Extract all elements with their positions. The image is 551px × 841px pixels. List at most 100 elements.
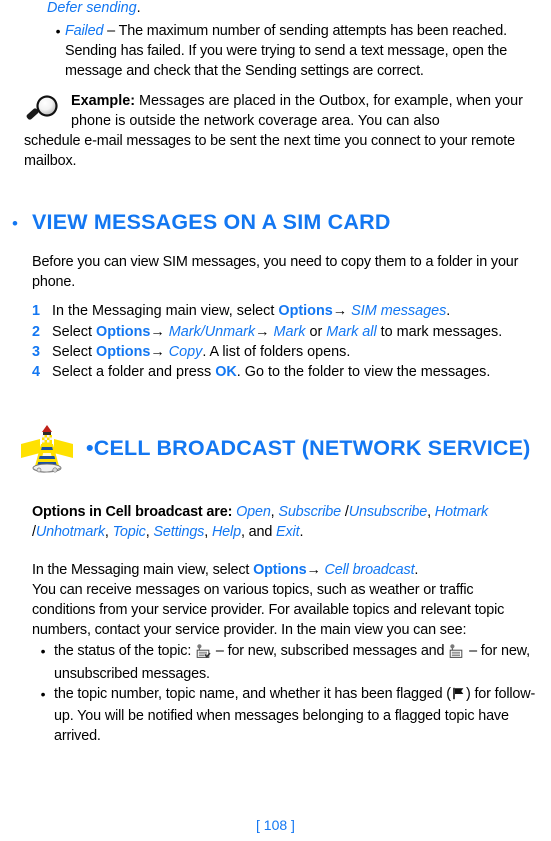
option-sep-4: , xyxy=(104,524,113,541)
topic-subscribed-new-icon xyxy=(196,643,211,664)
step3-arrow: → xyxy=(150,343,169,360)
list-item: • the topic number, topic name, and whet… xyxy=(32,684,541,747)
mainview-target: Cell broadcast xyxy=(324,561,415,578)
step3-target: Copy xyxy=(168,343,203,360)
topic-flag-part1: the topic number, topic name, and whethe… xyxy=(54,685,451,702)
cell-broadcast-main-view-line: In the Messaging main view, select Optio… xyxy=(32,560,543,580)
topic-flag-bullet-text: the topic number, topic name, and whethe… xyxy=(54,684,541,747)
step2-target2: Mark xyxy=(273,323,306,340)
bullet-marker: • xyxy=(40,642,46,659)
section-heading-sim-label: VIEW MESSAGES ON A SIM CARD xyxy=(32,210,391,235)
example-note-body: Example: Messages are placed in the Outb… xyxy=(71,91,543,131)
cell-body-text: You can receive messages on various topi… xyxy=(32,581,505,639)
topic-status-part2: – for new, subscribed messages and xyxy=(212,642,449,659)
manual-page: Defer sending. • Failed – The maximum nu… xyxy=(0,0,551,841)
step1-pre: In the Messaging main view, select xyxy=(52,303,279,320)
step-number: 1 xyxy=(32,303,41,320)
lighthouse-beacon-icon xyxy=(8,422,86,476)
page-number-footer: [ 108 ] xyxy=(256,817,295,833)
step1-arrow: → xyxy=(332,303,352,320)
step-item: 1 In the Messaging main view, select Opt… xyxy=(26,301,543,321)
step-text: Select Options→ Mark/Unmark→ Mark or Mar… xyxy=(52,322,543,342)
magnifier-icon xyxy=(24,91,71,129)
section-heading-sim: • VIEW MESSAGES ON A SIM CARD xyxy=(8,211,543,235)
step2-pre: Select xyxy=(52,323,96,340)
option-open: Open xyxy=(236,504,271,521)
step3-post: . A list of folders opens. xyxy=(202,343,351,360)
sim-intro-paragraph: Before you can view SIM messages, you ne… xyxy=(32,252,541,292)
option-unsubscribe: Unsubscribe xyxy=(348,504,428,521)
option-help: Help xyxy=(211,524,241,541)
step4-post: . Go to the folder to view the messages. xyxy=(236,364,491,381)
topic-status-bullet-text: the status of the topic: – for new, subs… xyxy=(54,641,541,684)
step-text: In the Messaging main view, select Optio… xyxy=(52,301,543,321)
defer-sending-term: Defer sending xyxy=(47,0,137,16)
step-number: 4 xyxy=(32,364,41,381)
options-intro-label: Options in Cell broadcast are: xyxy=(32,504,237,521)
step2-arrow2: → xyxy=(255,323,274,340)
example-note-outdent: schedule e-mail messages to be sent the … xyxy=(24,131,543,171)
step2-target: Mark/Unmark xyxy=(168,323,256,340)
step-number: 2 xyxy=(32,323,41,340)
failed-status-bullet: • Failed – The maximum number of sending… xyxy=(47,21,543,82)
option-sep-8: . xyxy=(299,524,304,541)
step-number: 3 xyxy=(32,343,41,360)
continuation-period: . xyxy=(136,0,141,16)
sim-intro-text: Before you can view SIM messages, you ne… xyxy=(32,254,519,291)
step2-arrow: → xyxy=(150,323,169,340)
failed-description: The maximum number of sending attempts h… xyxy=(65,23,508,80)
chapter-bullet-icon: • xyxy=(86,436,94,461)
sim-steps-list: 1 In the Messaging main view, select Opt… xyxy=(26,301,543,382)
flag-icon xyxy=(452,686,465,706)
option-settings: Settings xyxy=(153,524,205,541)
example-line1: Messages are placed in the Outbox, for e… xyxy=(135,92,491,109)
section-heading-cell-broadcast-label: •CELL BROADCAST (NETWORK SERVICE) xyxy=(86,437,531,461)
step4-command: OK xyxy=(215,364,237,381)
cell-broadcast-options-paragraph: Options in Cell broadcast are: Open, Sub… xyxy=(32,502,537,542)
failed-term: Failed xyxy=(65,23,104,39)
step-item: 3 Select Options→ Copy. A list of folder… xyxy=(26,342,543,362)
example-outdent-text: schedule e-mail messages to be sent the … xyxy=(24,133,515,170)
option-subscribe: Subscribe xyxy=(278,504,342,521)
heading-bullet-icon: • xyxy=(12,213,18,233)
step-text: Select a folder and press OK. Go to the … xyxy=(52,362,543,382)
step1-command: Options xyxy=(278,303,333,320)
step2-mid: or xyxy=(305,323,327,340)
step-text: Select Options→ Copy. A list of folders … xyxy=(52,342,543,362)
step1-target: SIM messages xyxy=(351,303,447,320)
option-sep-6: , xyxy=(204,524,212,541)
example-label: Example: xyxy=(71,92,135,109)
step1-post: . xyxy=(446,303,451,320)
option-sep-1: / xyxy=(341,504,349,521)
failed-status-text: Failed – The maximum number of sending a… xyxy=(65,21,543,82)
step2-command: Options xyxy=(96,323,151,340)
cell-broadcast-body-paragraph: You can receive messages on various topi… xyxy=(32,580,535,641)
option-topic: Topic xyxy=(112,524,146,541)
topic-unsubscribed-new-icon xyxy=(449,643,464,664)
step3-command: Options xyxy=(96,343,151,360)
section-heading-cell-broadcast: •CELL BROADCAST (NETWORK SERVICE) xyxy=(8,422,543,476)
option-sep-7: , and xyxy=(240,524,277,541)
failed-dash: – xyxy=(103,23,119,39)
mainview-post: . xyxy=(414,561,419,578)
step3-pre: Select xyxy=(52,343,96,360)
step-item: 4 Select a folder and press OK. Go to th… xyxy=(26,362,543,382)
option-unhotmark: Unhotmark xyxy=(35,524,105,541)
option-exit: Exit xyxy=(276,524,300,541)
continuation-line: Defer sending. xyxy=(47,0,141,18)
mainview-pre: In the Messaging main view, select xyxy=(32,561,254,578)
step2-post: to mark messages. xyxy=(376,323,503,340)
step2-target3: Mark all xyxy=(326,323,377,340)
chapter-title-text: CELL BROADCAST (NETWORK SERVICE) xyxy=(93,436,531,461)
cell-broadcast-bullet-list: • the status of the topic: – for new, su… xyxy=(32,641,541,747)
option-hotmark: Hotmark xyxy=(434,504,489,521)
example-note: Example: Messages are placed in the Outb… xyxy=(24,91,543,131)
mainview-command: Options xyxy=(253,561,307,578)
step-item: 2 Select Options→ Mark/Unmark→ Mark or M… xyxy=(26,322,543,342)
mainview-arrow: → xyxy=(306,561,325,578)
step4-pre: Select a folder and press xyxy=(52,364,216,381)
bullet-marker: • xyxy=(40,685,46,702)
option-sep-2: , xyxy=(427,504,435,521)
list-item: • the status of the topic: – for new, su… xyxy=(32,641,541,684)
topic-status-part1: the status of the topic: xyxy=(54,642,196,659)
